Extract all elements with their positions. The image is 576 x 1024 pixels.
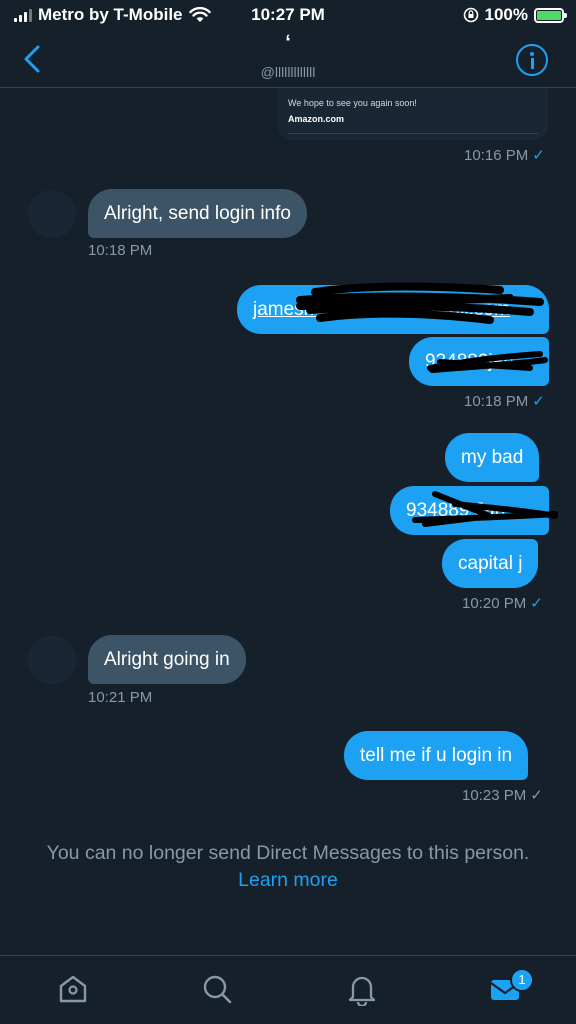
avatar[interactable] xyxy=(28,636,76,684)
message-timestamp: 10:18 PM xyxy=(88,242,153,259)
message-timestamp: 10:23 PM ✓ xyxy=(462,787,543,804)
dm-disabled-notice: You can no longer send Direct Messages t… xyxy=(0,840,576,894)
avatar[interactable] xyxy=(28,190,76,238)
search-icon[interactable] xyxy=(200,972,234,1006)
status-bar: Metro by T-Mobile 10:27 PM 100% xyxy=(0,0,576,30)
card-divider xyxy=(288,133,538,134)
conversation-header: ʻ @lllllllllllll xyxy=(0,30,576,88)
read-check-icon: ✓ xyxy=(532,393,545,410)
received-message[interactable]: Alright going in xyxy=(88,635,246,684)
tab-bar: 1 xyxy=(0,955,576,1024)
read-check-icon: ✓ xyxy=(532,147,545,164)
sent-message[interactable]: capital j xyxy=(442,539,539,588)
battery-icon xyxy=(534,7,567,23)
battery-percent: 100% xyxy=(484,5,528,24)
messages-badge: 1 xyxy=(510,968,534,992)
learn-more-link[interactable]: Learn more xyxy=(0,867,576,894)
redaction-scribble xyxy=(296,282,544,324)
home-icon[interactable] xyxy=(56,972,90,1006)
conversation-handle: @lllllllllllll xyxy=(260,64,316,80)
redaction-scribble xyxy=(412,491,558,527)
message-timestamp: 10:20 PM ✓ xyxy=(462,595,543,612)
sent-message[interactable]: my bad xyxy=(445,433,540,482)
orientation-lock-icon xyxy=(463,7,478,23)
received-message[interactable]: Alright, send login info xyxy=(88,189,307,238)
redaction-scribble xyxy=(427,351,548,373)
sent-message[interactable]: tell me if u login in xyxy=(344,731,529,780)
read-check-icon: ✓ xyxy=(530,595,543,612)
message-timestamp: 10:21 PM xyxy=(88,689,153,706)
conversation-name: ʻ xyxy=(285,32,291,54)
message-timestamp: 10:18 PM ✓ xyxy=(464,393,545,410)
info-icon[interactable] xyxy=(516,44,548,76)
card-text: We hope to see you again soon! xyxy=(288,98,417,108)
sent-check-icon: ✓ xyxy=(530,787,543,804)
notifications-icon[interactable] xyxy=(345,972,379,1006)
card-domain: Amazon.com xyxy=(288,114,345,124)
message-timestamp: 10:16 PM ✓ xyxy=(464,147,545,164)
notice-text: You can no longer send Direct Messages t… xyxy=(46,842,530,864)
shared-link-card[interactable]: We hope to see you again soon! Amazon.co… xyxy=(278,88,548,140)
